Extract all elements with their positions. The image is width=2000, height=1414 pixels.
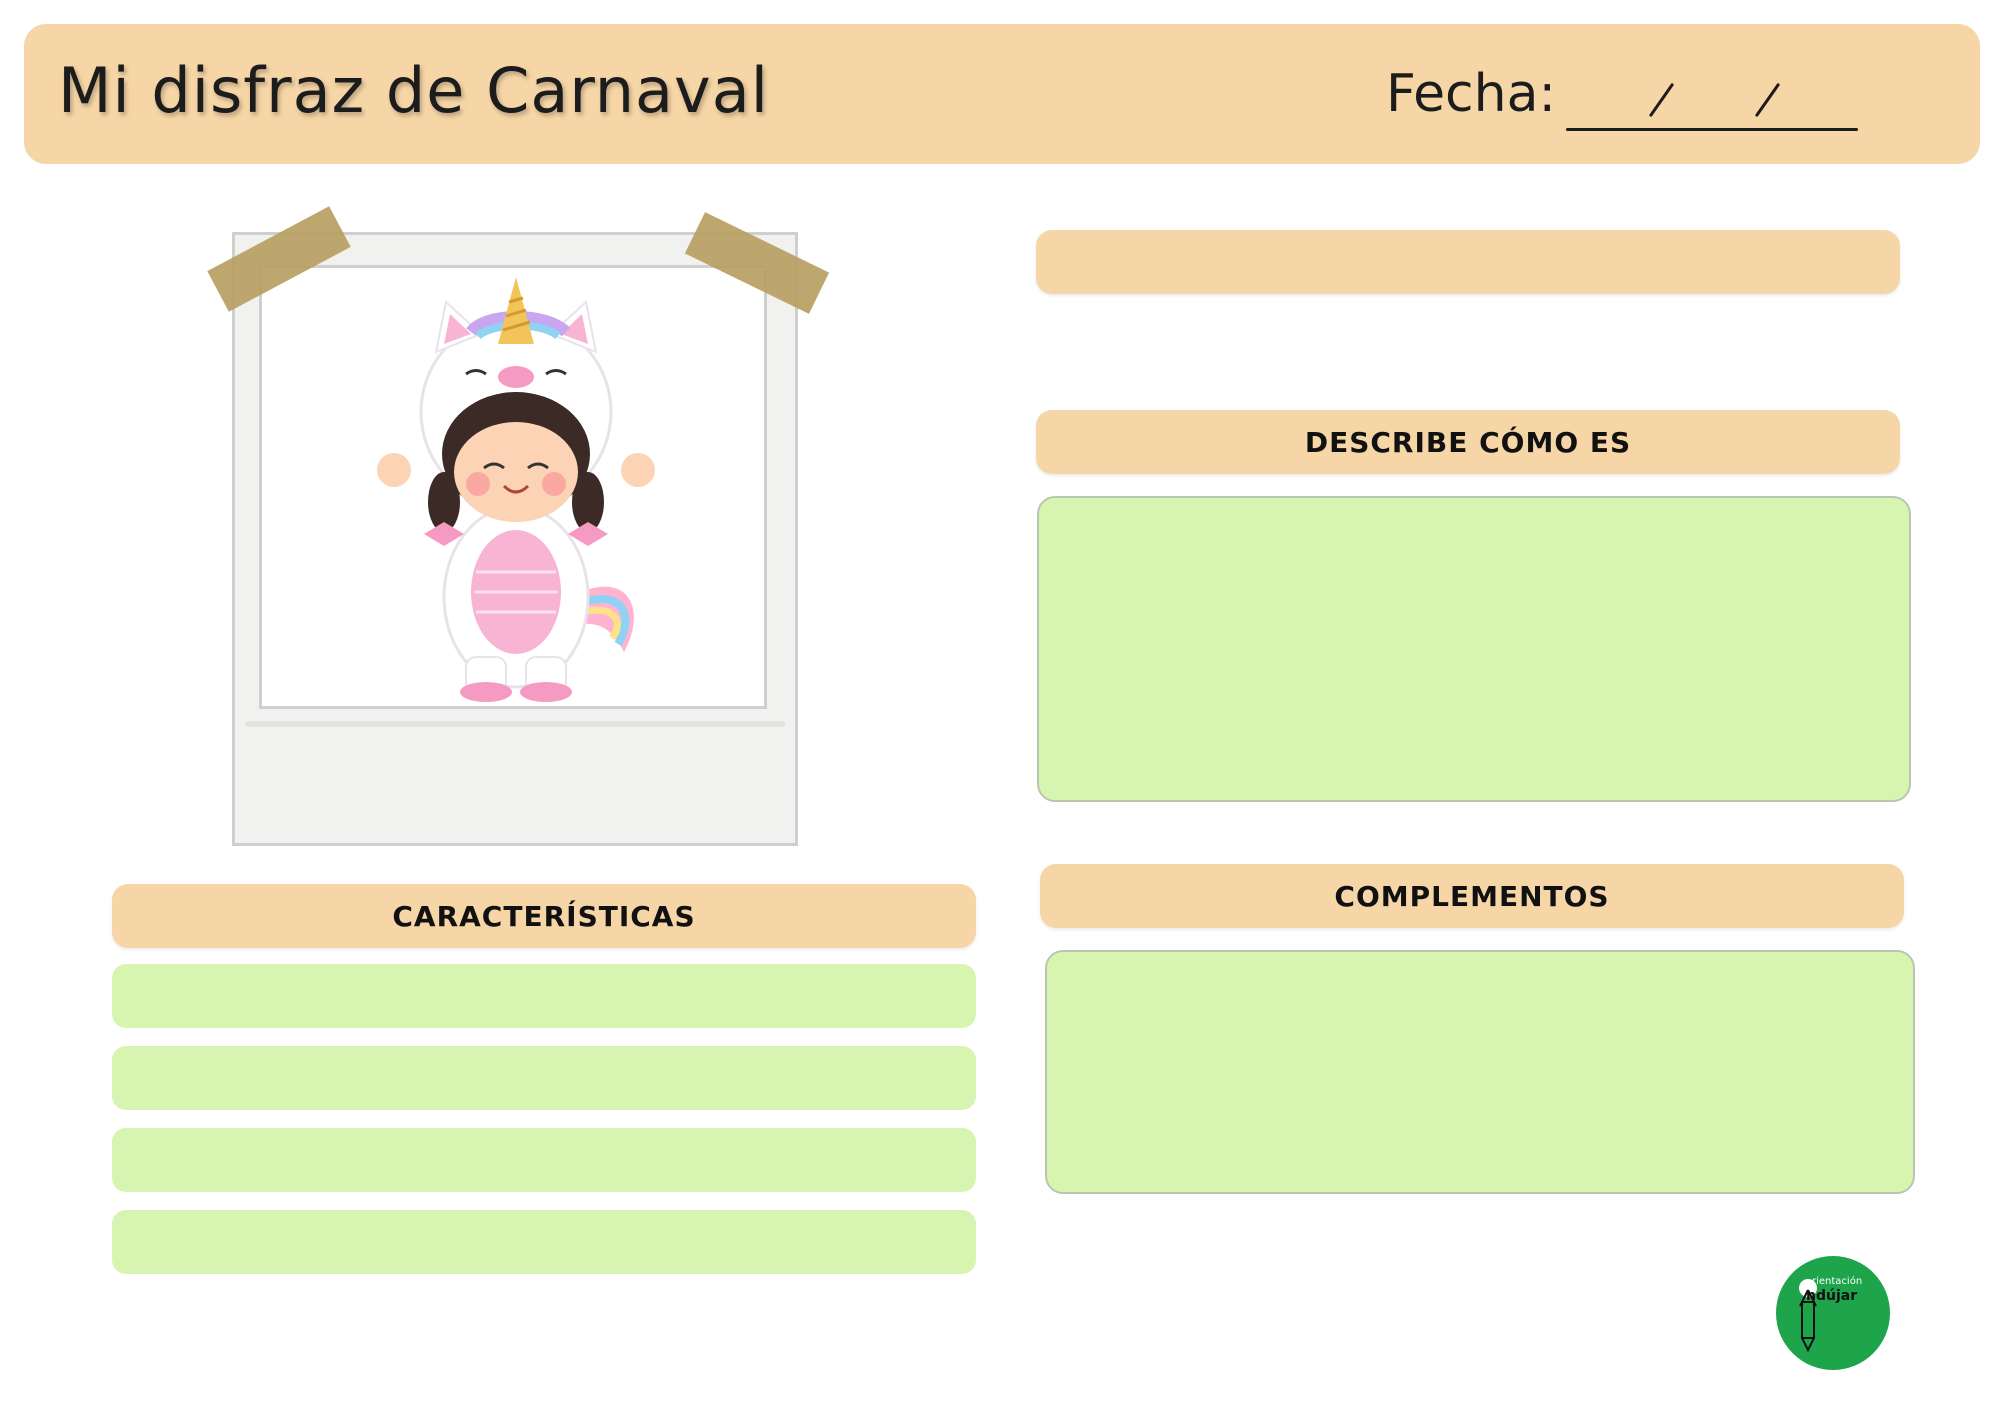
date-label: Fecha: xyxy=(1386,64,1556,124)
caracteristicas-heading: CARACTERÍSTICAS xyxy=(112,884,976,948)
orientacion-andujar-logo: rientación ndújar xyxy=(1776,1256,1890,1370)
costume-name-field[interactable] xyxy=(1036,230,1900,294)
photo-caption-line xyxy=(245,721,785,727)
caracteristicas-heading-label: CARACTERÍSTICAS xyxy=(392,899,696,933)
caracteristica-field-4[interactable] xyxy=(112,1210,976,1274)
complementos-heading: COMPLEMENTOS xyxy=(1040,864,1904,928)
complementos-textbox[interactable] xyxy=(1045,950,1915,1194)
photo-frame xyxy=(232,232,798,846)
unicorn-costume-girl-icon xyxy=(377,277,655,702)
photo-area xyxy=(259,265,767,709)
logo-text-big: ndújar xyxy=(1806,1288,1858,1304)
describe-heading-label: DESCRIBE CÓMO ES xyxy=(1304,425,1632,459)
caracteristica-field-2[interactable] xyxy=(112,1046,976,1110)
caracteristica-field-1[interactable] xyxy=(112,964,976,1028)
caracteristica-field-3[interactable] xyxy=(112,1128,976,1192)
date-slash-2 xyxy=(1754,82,1781,118)
complementos-heading-label: COMPLEMENTOS xyxy=(1334,879,1610,913)
page-title: Mi disfraz de Carnaval xyxy=(58,54,769,127)
describe-textbox[interactable] xyxy=(1037,496,1911,802)
date-slash-1 xyxy=(1648,82,1675,118)
header-bar: Mi disfraz de Carnaval Fecha: xyxy=(24,24,1980,164)
logo-text-small: rientación xyxy=(1812,1276,1863,1287)
date-input-line[interactable] xyxy=(1566,128,1858,131)
describe-heading: DESCRIBE CÓMO ES xyxy=(1036,410,1900,474)
